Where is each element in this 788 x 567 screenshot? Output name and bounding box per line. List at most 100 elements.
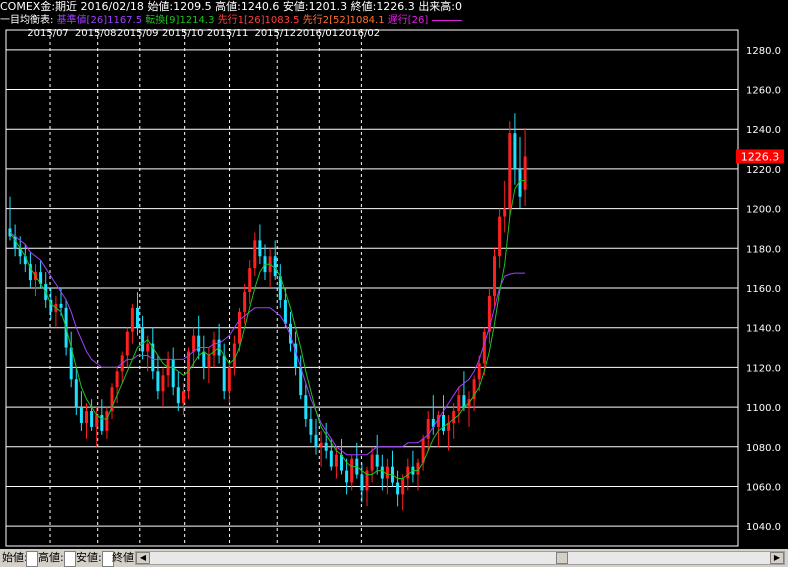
candle-body (171, 359, 175, 388)
legend-prefix: 一目均衡表: (0, 15, 54, 26)
bottom-open-label: 始値: (2, 551, 28, 564)
candle-body (156, 371, 160, 392)
candle-body (161, 375, 165, 392)
candle-body (176, 387, 180, 404)
y-tick-label: 1240.0 (746, 125, 781, 136)
candle-body (477, 363, 481, 380)
candle-body (232, 343, 236, 368)
x-tick-label: 2016/02 (339, 28, 381, 39)
bottom-open-box (26, 551, 38, 567)
candle-body (508, 133, 512, 209)
candle-body (385, 466, 389, 479)
current-price-label: 1226.3 (741, 150, 780, 163)
legend-tenkan: 転換[9]1214.3 (145, 15, 215, 26)
scroll-right-icon[interactable]: ▶ (770, 552, 784, 564)
candle-body (146, 343, 150, 352)
x-tick-label: 2015/07 (27, 28, 69, 39)
bottom-open-field: 始値: (2, 549, 28, 567)
y-tick-label: 1220.0 (746, 165, 781, 176)
candle-body (498, 216, 502, 257)
candle-body (130, 307, 134, 332)
scroll-thumb[interactable] (556, 552, 568, 564)
y-tick-label: 1120.0 (746, 363, 781, 374)
candle-body (212, 339, 216, 356)
candle-body (100, 415, 104, 431)
candle-body (59, 303, 63, 308)
candle-body (197, 335, 201, 352)
legend-chikou-line (431, 19, 462, 21)
candle-body (329, 450, 333, 467)
candle-body (334, 454, 338, 467)
indicator-legend: 一目均衡表: 基準値[26]1167.5 転換[9]1214.3 先行1[26]… (0, 14, 788, 28)
low-value: 1201.3 (308, 0, 348, 13)
y-tick-label: 1260.0 (746, 86, 781, 97)
x-tick-label: 2015/10 (162, 28, 204, 39)
candle-body (452, 411, 456, 423)
y-tick-label: 1180.0 (746, 244, 781, 255)
close-label: 終値: (350, 0, 377, 13)
candle-body (503, 208, 507, 217)
candle-body (375, 454, 379, 467)
candle-body (462, 395, 466, 408)
candle-body (442, 415, 445, 431)
candle-body (141, 327, 145, 352)
candle-body (192, 335, 196, 352)
candle-body (207, 355, 211, 368)
candle-body (238, 311, 241, 344)
symbol-name: COMEX金:期近 (0, 0, 78, 13)
candle-body (79, 407, 83, 423)
candle-body (253, 240, 257, 269)
quote-header: COMEX金:期近 2016/02/18 始値:1209.5 高値:1240.6… (0, 0, 788, 14)
x-tick-label: 2016/01 (297, 28, 339, 39)
candle-body (350, 458, 354, 483)
open-value: 1209.5 (173, 0, 212, 13)
candle-body (360, 474, 364, 491)
y-tick-label: 1200.0 (746, 205, 781, 216)
candle-body (304, 395, 308, 419)
candle-body (380, 466, 384, 479)
candle-body (345, 470, 349, 483)
candle-body (74, 379, 78, 408)
bottom-close-label: 終値: (112, 551, 138, 564)
bottom-status-bar: 始値: 高値: 安値: 終値: ◀ ▶ (0, 549, 788, 567)
bottom-low-field: 安値: (76, 549, 102, 567)
legend-chikou: 遅行[26] (387, 15, 429, 26)
scroll-left-icon[interactable]: ◀ (136, 552, 150, 564)
volume-value: 0 (455, 0, 463, 13)
candle-body (319, 442, 323, 447)
price-chart: 1280.0 1260.0 1240.0 1220.0 1200.0 1180.0 1160… (5, 28, 784, 547)
x-tick-label: 2015/12 (254, 28, 296, 39)
legend-senko2: 先行2[52]1084.1 (302, 15, 385, 26)
open-label: 始値: (147, 0, 174, 13)
bottom-close-field: 終値: (112, 549, 138, 567)
candle-body (222, 355, 226, 392)
candle-body (181, 391, 185, 404)
candle-body (309, 418, 313, 435)
low-label: 安値: (282, 0, 309, 13)
x-tick-label: 2015/11 (207, 28, 249, 39)
x-tick-label: 2015/09 (117, 28, 159, 39)
candle-body (324, 442, 328, 451)
bottom-high-label: 高値: (38, 551, 64, 564)
candle-body (513, 133, 517, 169)
bottom-low-label: 安値: (76, 551, 102, 564)
x-tick-label: 2015/08 (75, 28, 117, 39)
y-tick-label: 1140.0 (746, 324, 781, 335)
candle-body (401, 478, 405, 495)
volume-label: 出来高: (418, 0, 456, 13)
y-tick-label: 1100.0 (746, 403, 781, 414)
quote-date: 2016/02/18 (80, 0, 144, 13)
candle-body (457, 395, 461, 412)
candle-body (243, 291, 247, 312)
candle-body (248, 268, 252, 292)
candle-body (125, 331, 129, 356)
candle-body (370, 454, 374, 471)
horizontal-scrollbar[interactable]: ◀ ▶ (135, 551, 785, 565)
candle-body (115, 371, 119, 388)
candle-body (396, 482, 400, 495)
candle-body (227, 367, 231, 392)
legend-kijun: 基準値[26]1167.5 (56, 15, 143, 26)
candle-body (202, 351, 206, 368)
candle-body (258, 240, 262, 257)
y-tick-label: 1160.0 (746, 284, 781, 295)
